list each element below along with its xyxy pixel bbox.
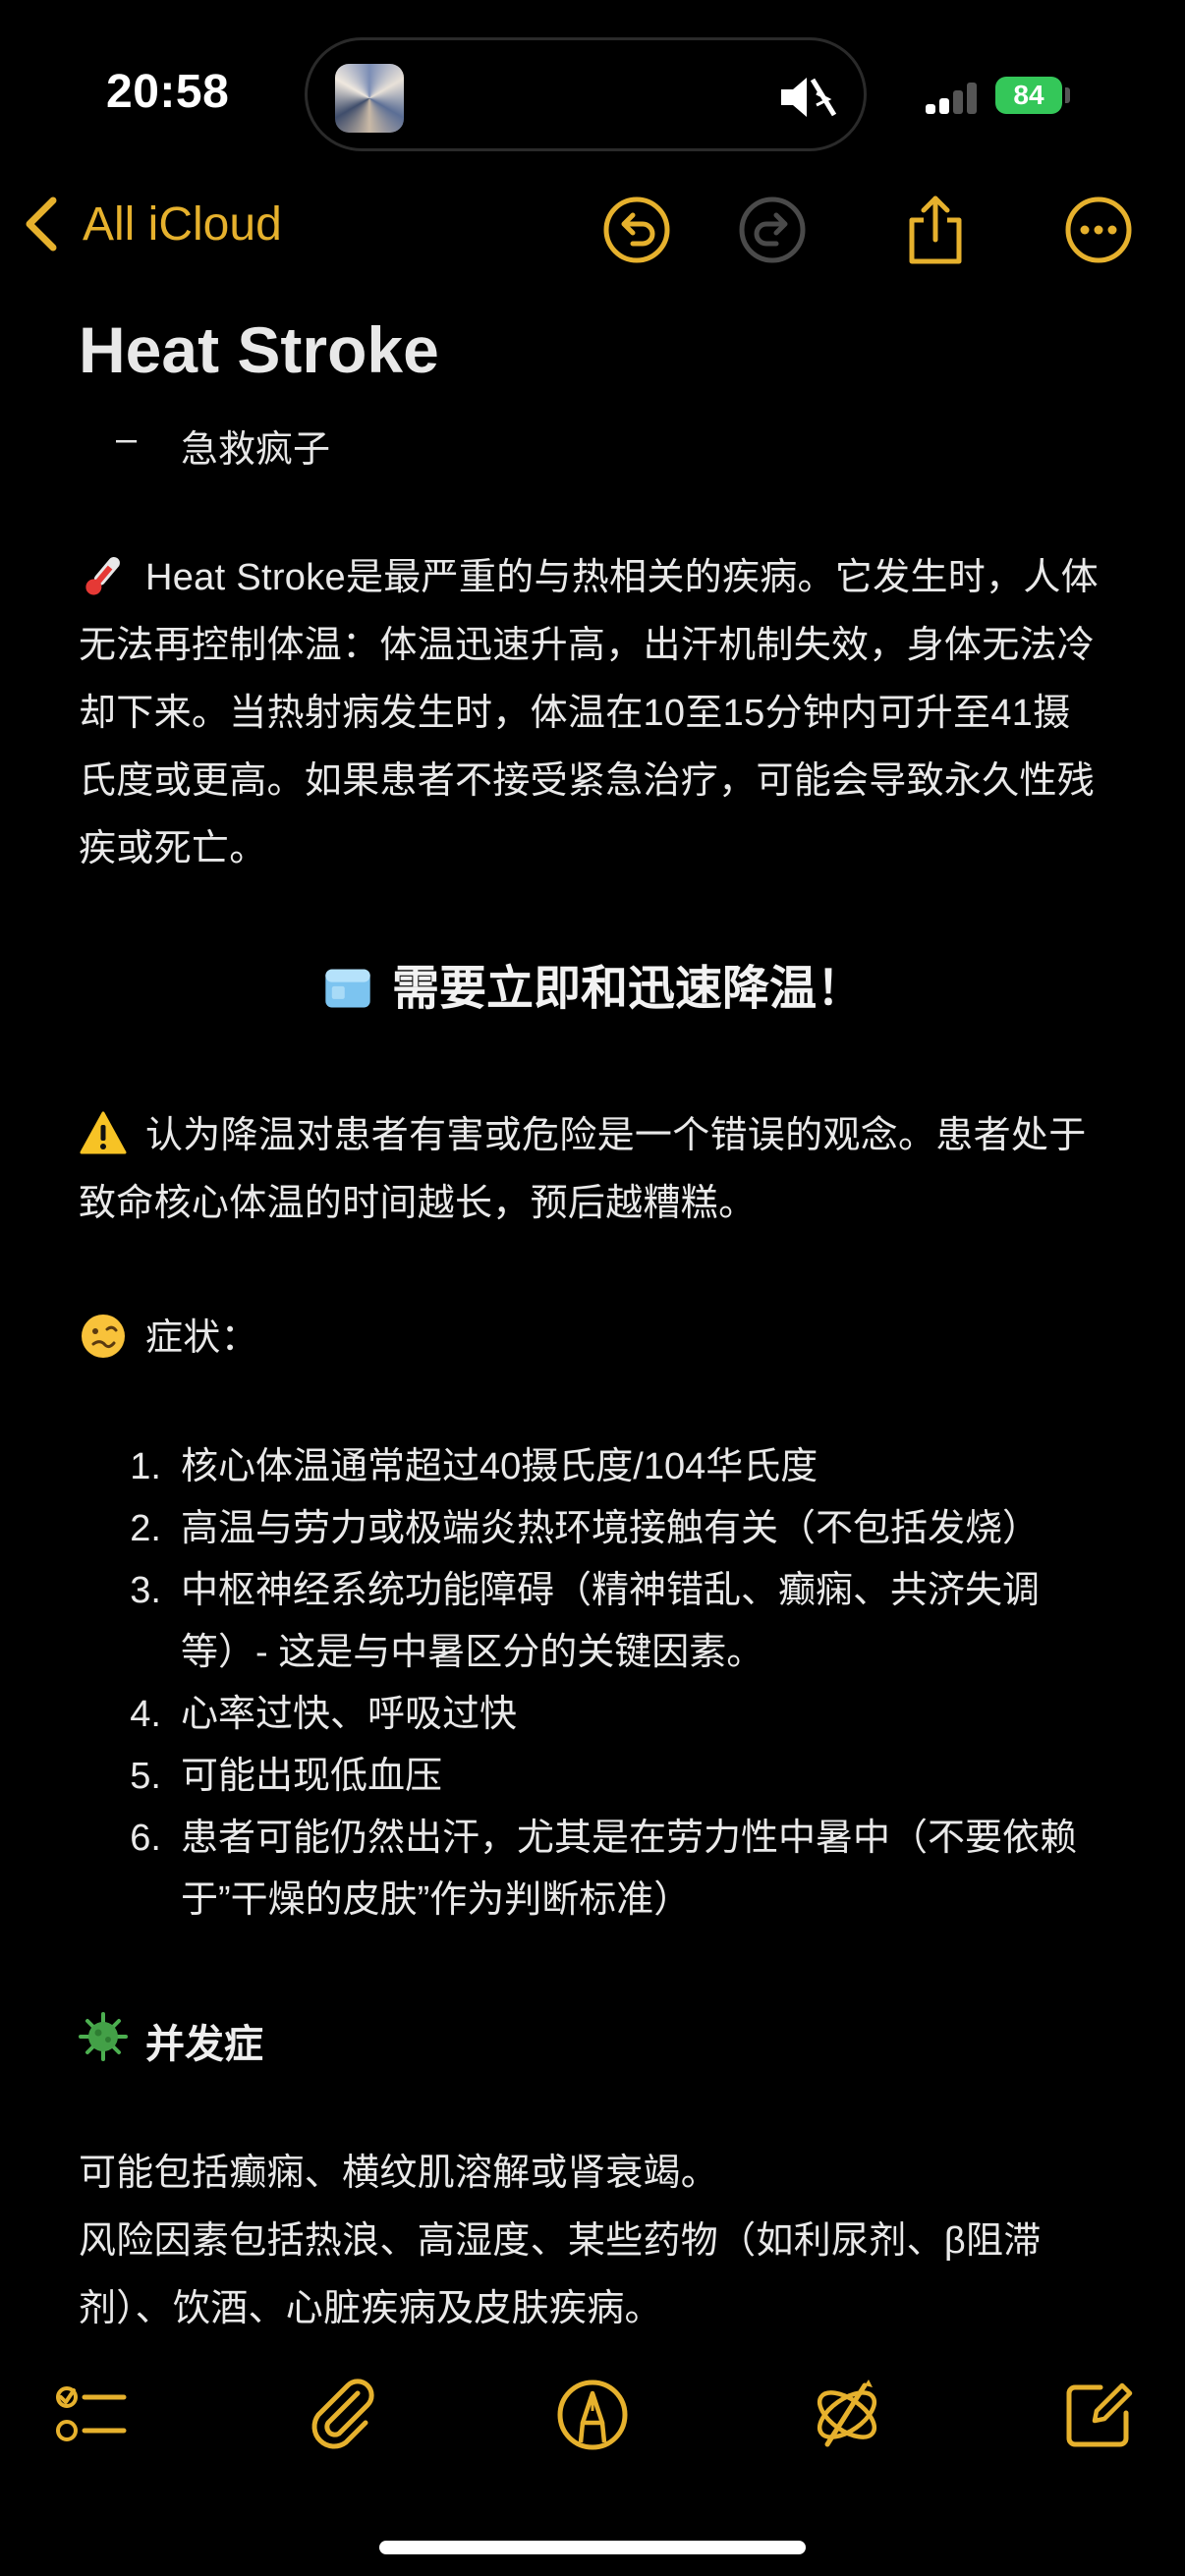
list-number: 6. xyxy=(130,1818,161,1859)
list-number: 5. xyxy=(130,1756,161,1797)
list-item[interactable]: 2. 高温与劳力或极端炎热环境接触有关（不包括发烧） xyxy=(79,1498,1106,1560)
list-text: 患者可能仍然出汗，尤其是在劳力性中暑中（不要依赖于”干燥的皮肤”作为判断标准） xyxy=(181,1818,1078,1921)
battery-level: 84 xyxy=(1013,80,1044,110)
cellular-signal-icon xyxy=(926,81,983,114)
symptoms-list[interactable]: 1. 核心体温通常超过40摄氏度/104华氏度 2. 高温与劳力或极端炎热环境接触有… xyxy=(79,1436,1106,1932)
attachment-button[interactable] xyxy=(305,2376,383,2454)
status-time: 20:58 xyxy=(106,66,230,118)
list-item[interactable]: 6. 患者可能仍然出汗，尤其是在劳力性中暑中（不要依赖于”干燥的皮肤”作为判断标准… xyxy=(79,1808,1106,1932)
subtitle-text: 急救疯子 xyxy=(181,429,331,471)
list-number: 2. xyxy=(130,1508,161,1549)
woozy-face-emoji xyxy=(82,1314,125,1358)
list-text: 核心体温通常超过40摄氏度/104华氏度 xyxy=(181,1446,818,1487)
complications-text: 可能包括癫痫、横纹肌溶解或肾衰竭。 xyxy=(79,2153,719,2194)
home-indicator[interactable] xyxy=(379,2541,806,2554)
redo-icon xyxy=(739,196,806,263)
symptoms-label-line[interactable]: 症状： xyxy=(79,1305,1106,1372)
undo-button[interactable] xyxy=(599,193,674,267)
cooling-heading[interactable]: 需要立即和迅速降温！ xyxy=(0,949,1185,1018)
list-item[interactable]: 5. 可能出现低血压 xyxy=(79,1746,1106,1808)
ice-cube-emoji xyxy=(325,969,370,1008)
complications-label: 并发症 xyxy=(145,2023,263,2066)
note-title[interactable]: Heat Stroke xyxy=(79,312,439,387)
dynamic-island[interactable] xyxy=(305,37,867,151)
writing-tools-button[interactable] xyxy=(808,2376,886,2454)
markup-pen-icon xyxy=(557,2380,628,2450)
share-button[interactable] xyxy=(898,193,973,267)
cooling-heading-text: 需要立即和迅速降温！ xyxy=(391,963,864,1015)
risk-factors-text: 风险因素包括热浪、高湿度、某些药物（如利尿剂、β阻滞剂）、饮酒、心脏疾病及皮肤疾… xyxy=(79,2220,1042,2329)
markup-button[interactable] xyxy=(553,2376,632,2454)
more-button[interactable] xyxy=(1061,193,1136,267)
intro-text: Heat Stroke是最严重的与热相关的疾病。它发生时，人体无法再控制体温：体… xyxy=(79,557,1099,869)
symptoms-label: 症状： xyxy=(145,1317,258,1359)
checklist-button[interactable] xyxy=(51,2376,130,2454)
list-text: 可能出现低血压 xyxy=(181,1756,443,1797)
list-text: 中枢神经系统功能障碍（精神错乱、癫痫、共济失调等）- 这是与中暑区分的关键因素。 xyxy=(181,1570,1041,1673)
chevron-left-icon xyxy=(26,196,57,252)
undo-icon xyxy=(603,196,670,263)
compose-icon xyxy=(1066,2382,1133,2447)
list-item[interactable]: 3. 中枢神经系统功能障碍（精神错乱、癫痫、共济失调等）- 这是与中暑区分的关键因… xyxy=(79,1560,1106,1684)
list-number: 4. xyxy=(130,1694,161,1735)
writing-tools-icon xyxy=(817,2380,877,2447)
now-playing-thumbnail[interactable] xyxy=(335,64,404,133)
attachment-icon xyxy=(311,2379,374,2449)
complications-paragraph[interactable]: 可能包括癫痫、横纹肌溶解或肾衰竭。 风险因素包括热浪、高湿度、某些药物（如利尿剂… xyxy=(79,2140,1106,2343)
more-icon xyxy=(1065,196,1132,263)
back-label: All iCloud xyxy=(83,197,282,251)
battery-cap xyxy=(1065,87,1070,103)
mute-bell-icon xyxy=(781,78,837,117)
list-item[interactable]: 4. 心率过快、呼吸过快 xyxy=(79,1684,1106,1746)
note-subtitle[interactable]: – 急救疯子 xyxy=(116,419,330,473)
warning-emoji xyxy=(80,1111,127,1154)
intro-paragraph[interactable]: Heat Stroke是最严重的与热相关的疾病。它发生时，人体无法再控制体温：体… xyxy=(79,544,1106,883)
redo-button[interactable] xyxy=(735,193,810,267)
compose-button[interactable] xyxy=(1059,2376,1138,2454)
thermometer-emoji xyxy=(85,556,120,595)
subtitle-dash: – xyxy=(116,419,138,460)
microbe-emoji xyxy=(79,2012,128,2061)
list-text: 高温与劳力或极端炎热环境接触有关（不包括发烧） xyxy=(181,1508,1041,1549)
back-button[interactable]: All iCloud xyxy=(22,195,282,253)
complications-heading[interactable]: 并发症 xyxy=(79,2012,263,2069)
list-number: 3. xyxy=(130,1570,161,1611)
list-number: 1. xyxy=(130,1446,161,1487)
scrolled-title-ghost xyxy=(413,244,450,298)
list-item[interactable]: 1. 核心体温通常超过40摄氏度/104华氏度 xyxy=(79,1436,1106,1498)
share-icon xyxy=(909,196,962,264)
checklist-icon xyxy=(56,2386,127,2441)
warning-text: 认为降温对患者有害或危险是一个错误的观念。患者处于致命核心体温的时间越长，预后越… xyxy=(79,1115,1087,1224)
list-text: 心率过快、呼吸过快 xyxy=(181,1694,518,1735)
warning-paragraph[interactable]: 认为降温对患者有害或危险是一个错误的观念。患者处于致命核心体温的时间越长，预后越… xyxy=(79,1102,1106,1238)
battery-indicator: 84 xyxy=(995,77,1062,114)
